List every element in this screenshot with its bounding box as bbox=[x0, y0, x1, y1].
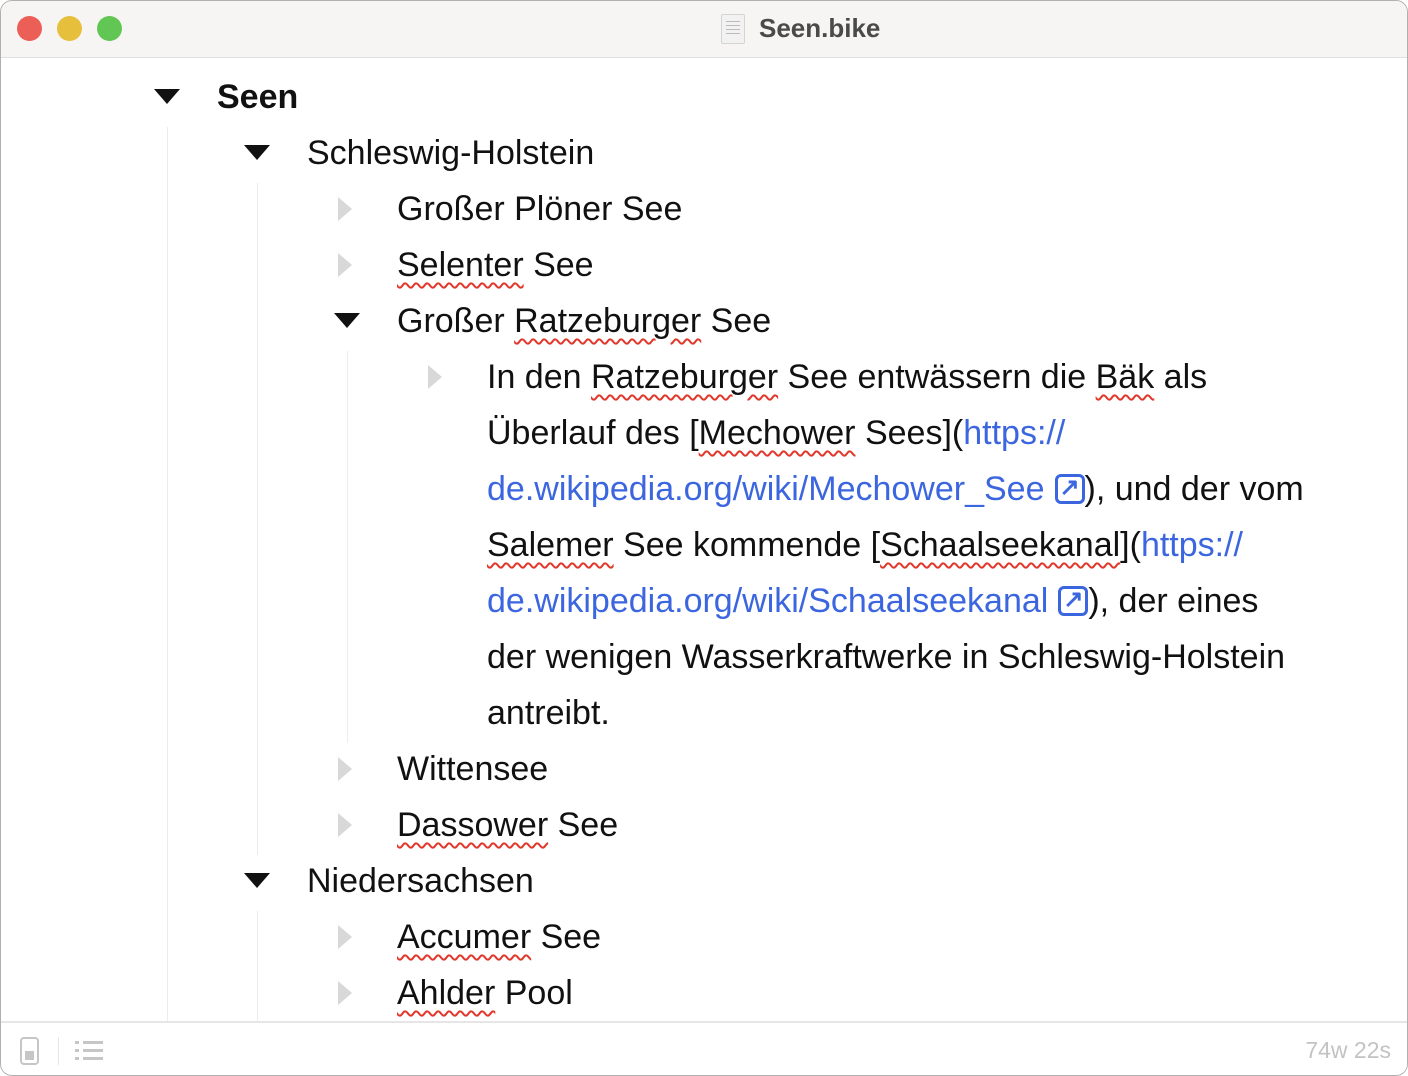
device-preview-icon[interactable] bbox=[20, 1037, 39, 1065]
divider bbox=[58, 1037, 59, 1065]
misspelled-word: Ratzeburger bbox=[514, 302, 702, 340]
text: Überlauf des [ bbox=[487, 414, 699, 452]
status-bar: 74w 22s bbox=[1, 1021, 1407, 1075]
outline-row[interactable]: Ahlder Pool bbox=[397, 973, 573, 1013]
outline-row[interactable]: Großer Plöner See bbox=[397, 189, 682, 229]
text: See bbox=[523, 246, 594, 284]
indent-guide bbox=[257, 911, 258, 1021]
outline-row-text-line[interactable]: Überlauf des [Mechower Sees](https:// bbox=[487, 413, 1065, 453]
title-bar: Seen.bike bbox=[1, 1, 1407, 58]
disclosure-triangle-collapsed-icon[interactable] bbox=[338, 925, 352, 949]
list-icon[interactable] bbox=[75, 1039, 103, 1063]
misspelled-word: Salemer bbox=[487, 526, 614, 564]
disclosure-triangle-collapsed-icon[interactable] bbox=[338, 981, 352, 1005]
outline-row[interactable]: Dassower See bbox=[397, 805, 618, 845]
text: Pool bbox=[495, 974, 573, 1012]
text: See bbox=[531, 918, 602, 956]
text: Niedersachsen bbox=[307, 862, 534, 900]
misspelled-word: Accumer bbox=[397, 918, 532, 956]
outline-row[interactable]: Seen bbox=[217, 77, 298, 117]
disclosure-triangle-collapsed-icon[interactable] bbox=[428, 365, 442, 389]
zoom-button[interactable] bbox=[97, 16, 122, 41]
link[interactable]: de.wikipedia.org/wiki/Mechower_See bbox=[487, 470, 1045, 508]
text: antreibt. bbox=[487, 694, 610, 732]
window: Seen.bike Seen Schleswig-Holstein Großer P… bbox=[0, 0, 1408, 1076]
window-title: Seen.bike bbox=[721, 13, 880, 44]
misspelled-word: Dassower bbox=[397, 806, 549, 844]
text: See bbox=[548, 806, 619, 844]
text: See kommende [ bbox=[613, 526, 881, 564]
minimize-button[interactable] bbox=[57, 16, 82, 41]
misspelled-word: Bäk bbox=[1095, 358, 1155, 396]
disclosure-triangle-collapsed-icon[interactable] bbox=[338, 813, 352, 837]
indent-guide bbox=[167, 127, 168, 1021]
indent-guide bbox=[347, 351, 348, 743]
open-link-icon[interactable] bbox=[1058, 580, 1089, 620]
text: Schleswig-Holstein bbox=[307, 134, 595, 172]
text: Großer Plöner See bbox=[397, 190, 683, 228]
outline-row-text-line[interactable]: Salemer See kommende [Schaalseekanal](ht… bbox=[487, 525, 1243, 565]
outline-row-text-line[interactable]: der wenigen Wasserkraftwerke in Schleswi… bbox=[487, 637, 1285, 677]
link[interactable]: https:// bbox=[1141, 526, 1243, 564]
misspelled-word: Ratzeburger bbox=[590, 358, 779, 396]
word-sentence-count: 74w 22s bbox=[1305, 1037, 1391, 1063]
disclosure-triangle-collapsed-icon[interactable] bbox=[338, 197, 352, 221]
outline-row[interactable]: Schleswig-Holstein bbox=[307, 133, 594, 173]
outline-row-text-line[interactable]: de.wikipedia.org/wiki/Schaalseekanal ), d… bbox=[487, 580, 1259, 621]
text: In den bbox=[487, 358, 591, 396]
text: Großer bbox=[397, 302, 515, 340]
outline-row[interactable]: Selenter See bbox=[397, 245, 594, 285]
text: ), der eines bbox=[1088, 582, 1259, 620]
outline-row[interactable]: Accumer See bbox=[397, 917, 601, 957]
misspelled-word: Ahlder bbox=[397, 974, 496, 1012]
outline-row[interactable]: Großer Ratzeburger See bbox=[397, 301, 771, 341]
document-icon bbox=[721, 13, 745, 44]
misspelled-word: Mechower bbox=[698, 414, 856, 452]
outline-row-text-line[interactable]: In den Ratzeburger See entwässern die Bä… bbox=[487, 357, 1207, 397]
outline-row[interactable]: Wittensee bbox=[397, 749, 548, 789]
disclosure-triangle-collapsed-icon[interactable] bbox=[338, 253, 352, 277]
outline-row-text-line[interactable]: de.wikipedia.org/wiki/Mechower_See ), und… bbox=[487, 468, 1304, 509]
disclosure-triangle-expanded-icon[interactable] bbox=[244, 145, 270, 160]
link[interactable]: de.wikipedia.org/wiki/Schaalseekanal bbox=[487, 582, 1048, 620]
disclosure-triangle-expanded-icon[interactable] bbox=[334, 313, 360, 328]
text: ), und der vom bbox=[1084, 470, 1304, 508]
disclosure-triangle-expanded-icon[interactable] bbox=[154, 89, 180, 104]
text: Seen bbox=[217, 78, 299, 116]
open-link-icon[interactable] bbox=[1054, 468, 1085, 508]
window-title-text: Seen.bike bbox=[759, 13, 881, 43]
link[interactable]: https:// bbox=[963, 414, 1065, 452]
close-button[interactable] bbox=[17, 16, 42, 41]
misspelled-word: Selenter bbox=[397, 246, 524, 284]
text: Wittensee bbox=[397, 750, 549, 788]
outline-editor[interactable]: Seen Schleswig-Holstein Großer Plöner See S… bbox=[1, 59, 1407, 1021]
text: See entwässern die bbox=[778, 358, 1096, 396]
text: als bbox=[1154, 358, 1208, 396]
outline-row-text-line[interactable]: antreibt. bbox=[487, 693, 610, 733]
text: Sees]( bbox=[855, 414, 964, 452]
text: See bbox=[701, 302, 772, 340]
indent-guide bbox=[257, 183, 258, 855]
disclosure-triangle-expanded-icon[interactable] bbox=[244, 873, 270, 888]
outline-row[interactable]: Niedersachsen bbox=[307, 861, 534, 901]
disclosure-triangle-collapsed-icon[interactable] bbox=[338, 757, 352, 781]
misspelled-word: Schaalseekanal bbox=[880, 526, 1121, 564]
text: ]( bbox=[1120, 526, 1141, 564]
text: der wenigen Wasserkraftwerke in Schleswi… bbox=[487, 638, 1286, 676]
